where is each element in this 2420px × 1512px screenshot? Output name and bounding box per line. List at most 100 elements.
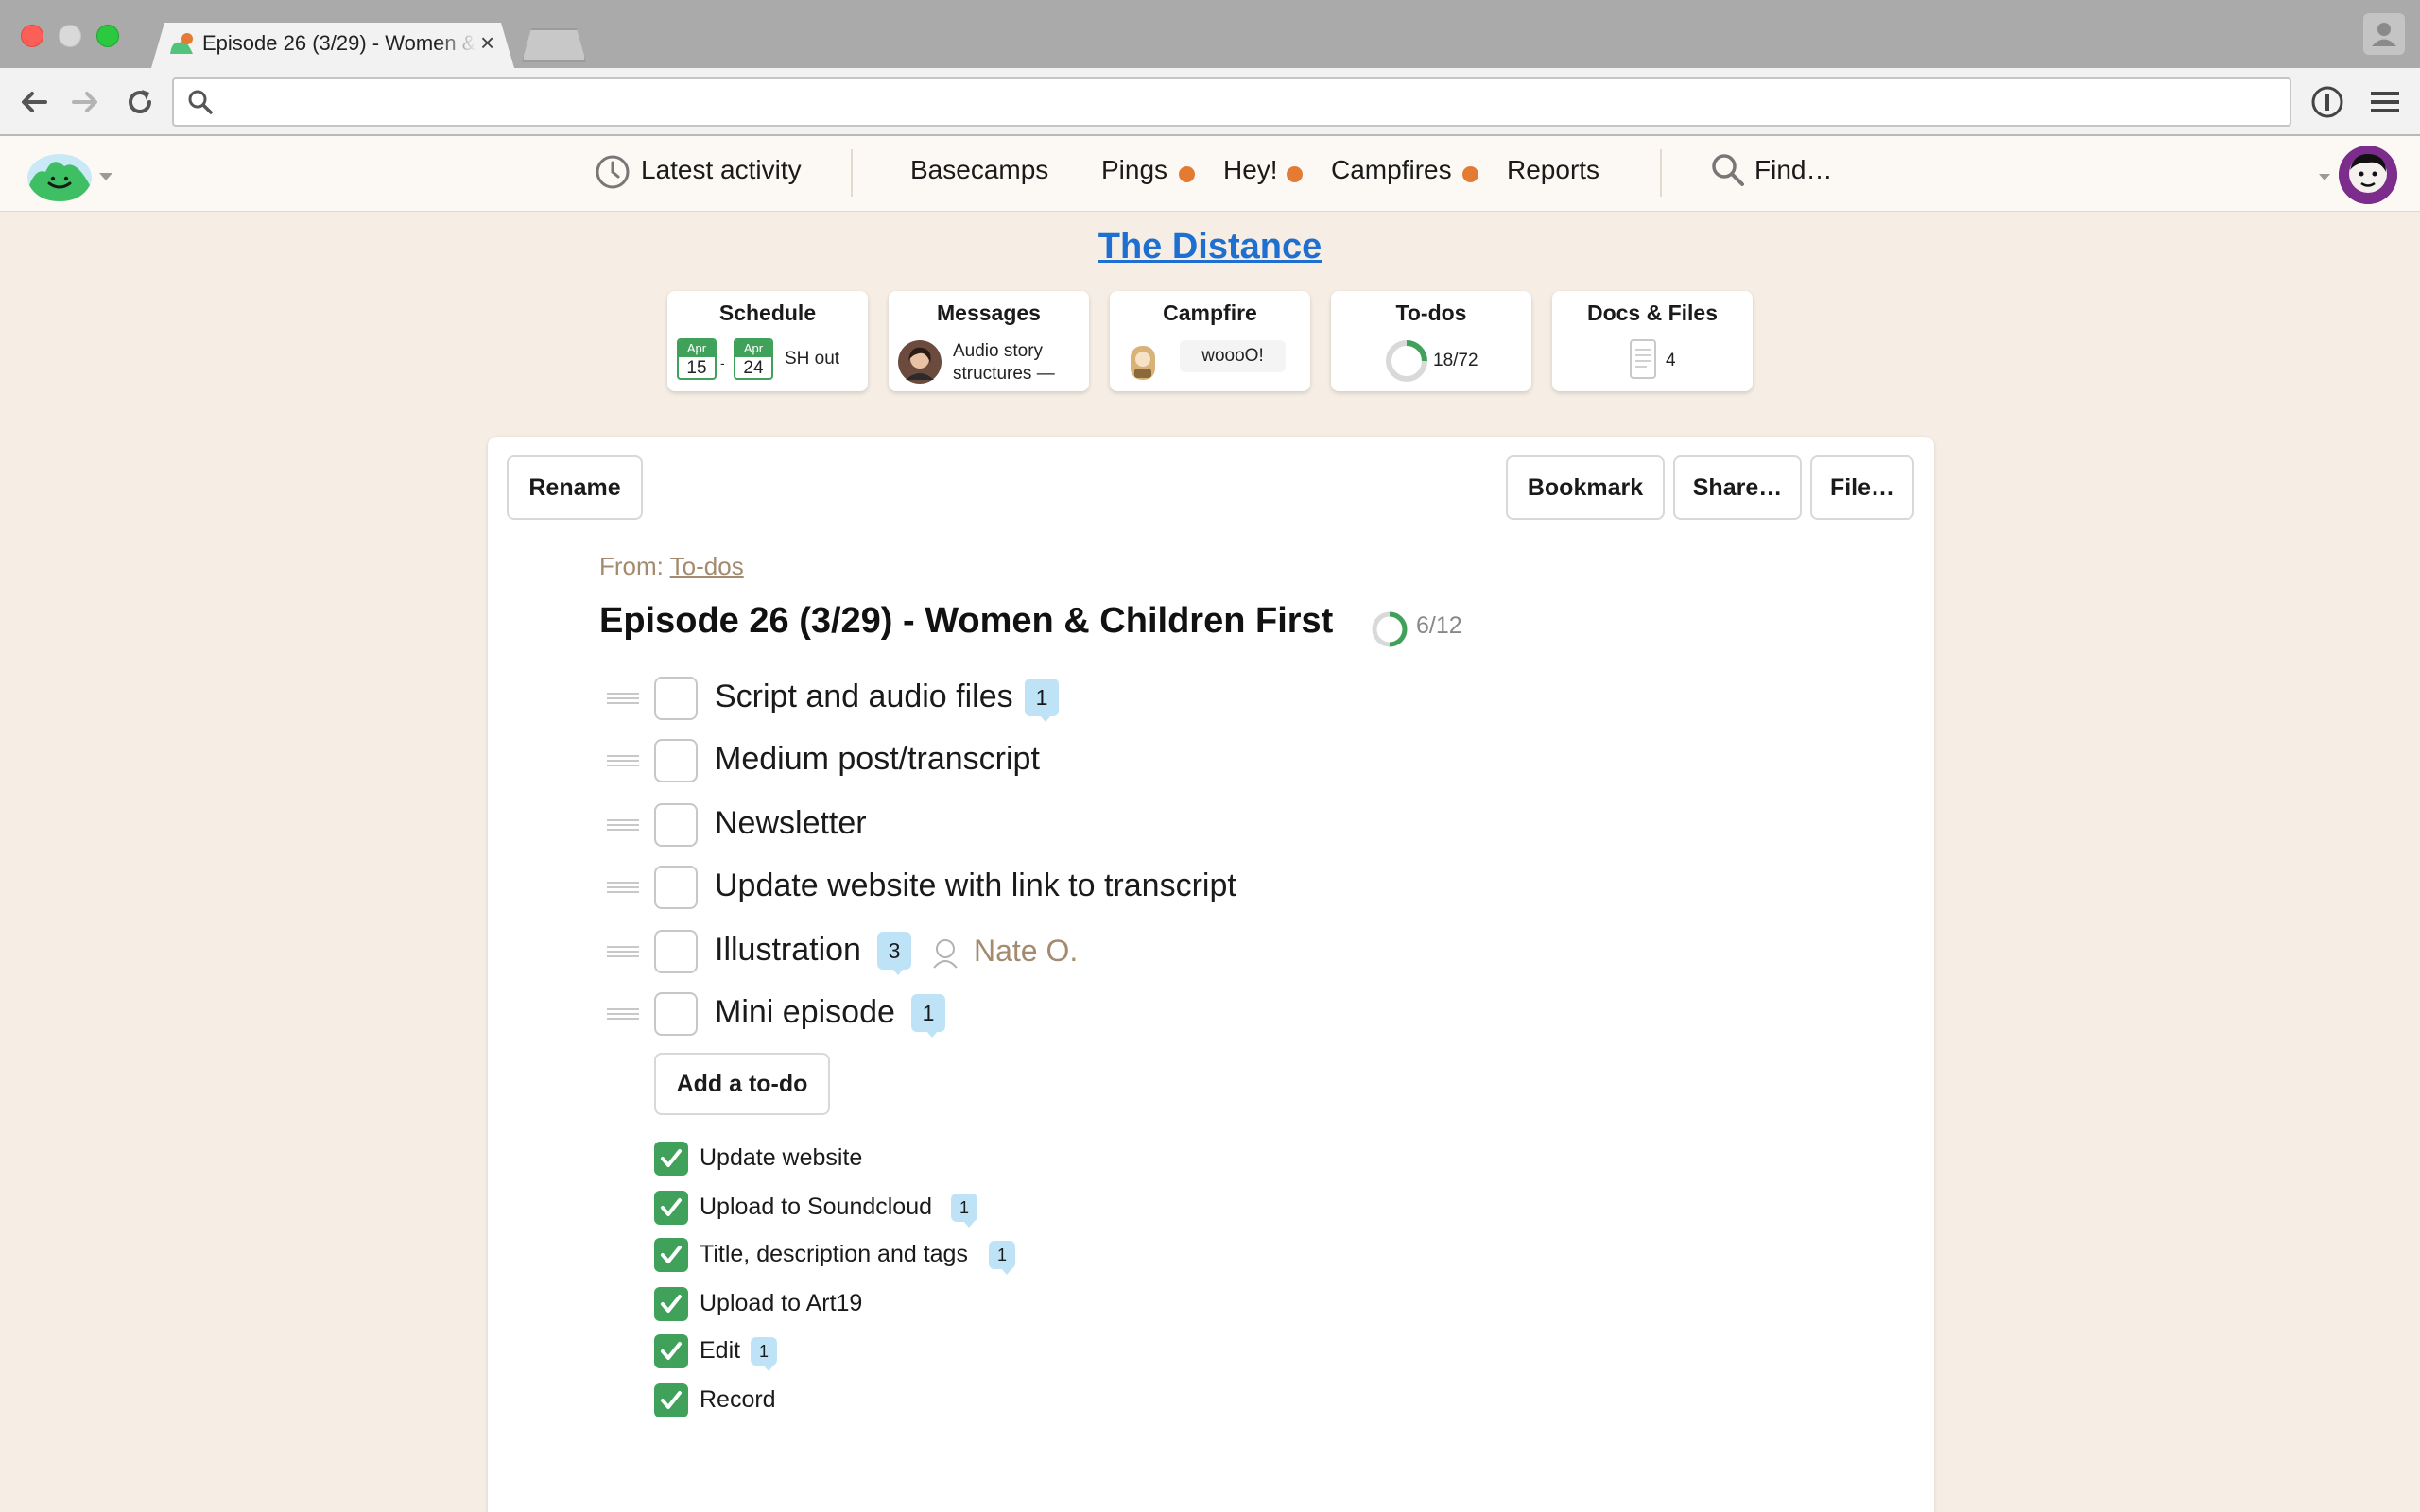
todo-checkbox[interactable] bbox=[654, 930, 698, 973]
nav-reports[interactable]: Reports bbox=[1507, 155, 1599, 185]
comment-count-badge[interactable]: 1 bbox=[911, 994, 945, 1038]
tab-close-icon[interactable]: × bbox=[480, 30, 494, 55]
window-close-button[interactable] bbox=[21, 25, 43, 47]
checked-checkbox[interactable] bbox=[654, 1191, 688, 1225]
todo-label[interactable]: Upload to Soundcloud bbox=[700, 1194, 932, 1221]
checkmark-icon bbox=[661, 1342, 682, 1360]
todo-label[interactable]: Upload to Art19 bbox=[700, 1290, 862, 1317]
todo-checkbox[interactable] bbox=[654, 992, 698, 1036]
drag-handle-icon[interactable] bbox=[605, 818, 641, 832]
share-button[interactable]: Share… bbox=[1673, 455, 1802, 520]
list-progress: 6/12 bbox=[1416, 612, 1462, 639]
todo-label[interactable]: Script and audio files bbox=[715, 679, 1013, 715]
new-tab-button[interactable] bbox=[522, 28, 586, 62]
todo-label[interactable]: Illustration bbox=[715, 932, 861, 969]
card-title: Docs & Files bbox=[1586, 301, 1719, 325]
project-title-link[interactable]: The Distance bbox=[1098, 227, 1322, 266]
hey-unread-dot bbox=[1287, 166, 1303, 182]
calendar-start-icon: Apr 15 bbox=[677, 338, 717, 380]
nav-campfires[interactable]: Campfires bbox=[1331, 155, 1452, 185]
address-bar[interactable] bbox=[172, 77, 2291, 127]
calendar-day: 15 bbox=[686, 358, 707, 378]
forward-arrow-icon[interactable] bbox=[66, 83, 104, 121]
todo-checkbox[interactable] bbox=[654, 866, 698, 909]
author-avatar bbox=[1131, 346, 1155, 380]
reload-icon[interactable] bbox=[121, 83, 159, 121]
comment-count-badge[interactable]: 3 bbox=[877, 932, 911, 975]
search-icon bbox=[188, 90, 213, 114]
nav-hey[interactable]: Hey! bbox=[1223, 155, 1278, 185]
todo-label[interactable]: Mini episode bbox=[715, 994, 895, 1031]
schedule-event: SH out bbox=[785, 349, 840, 369]
todo-label[interactable]: Title, description and tags bbox=[700, 1241, 968, 1268]
calendar-day: 24 bbox=[743, 358, 764, 378]
checked-checkbox[interactable] bbox=[654, 1238, 688, 1272]
todo-label[interactable]: Newsletter bbox=[715, 805, 867, 842]
todos-progress: 18/72 bbox=[1433, 351, 1478, 370]
drag-handle-icon[interactable] bbox=[605, 945, 641, 958]
drag-handle-icon[interactable] bbox=[605, 1007, 641, 1021]
checkmark-icon bbox=[661, 1246, 682, 1263]
drag-handle-icon[interactable] bbox=[605, 754, 641, 767]
nav-pings[interactable]: Pings bbox=[1101, 155, 1167, 185]
checkmark-icon bbox=[661, 1295, 682, 1313]
message-preview-line1: Audio story bbox=[953, 341, 1044, 361]
calendar-end-icon: Apr 24 bbox=[734, 338, 773, 380]
app-navigation-bar bbox=[0, 136, 2420, 212]
todo-checkbox[interactable] bbox=[654, 803, 698, 847]
todo-label[interactable]: Record bbox=[700, 1386, 776, 1414]
browser-profile-button[interactable] bbox=[2363, 13, 2405, 55]
assignee-name[interactable]: Nate O. bbox=[974, 934, 1078, 969]
browser-menu-icon[interactable] bbox=[2369, 87, 2401, 117]
file-button[interactable]: File… bbox=[1810, 455, 1914, 520]
calendar-month: Apr bbox=[679, 340, 715, 357]
comment-count-badge[interactable]: 1 bbox=[751, 1337, 777, 1371]
comment-count-badge[interactable]: 1 bbox=[989, 1241, 1015, 1275]
schedule-card[interactable]: Schedule Apr 15 - Apr 24 SH out bbox=[667, 291, 868, 391]
add-todo-button[interactable]: Add a to-do bbox=[654, 1053, 830, 1115]
progress-ring-icon bbox=[1386, 340, 1427, 382]
checked-checkbox[interactable] bbox=[654, 1142, 688, 1176]
docs-count: 4 bbox=[1666, 351, 1676, 370]
checked-checkbox[interactable] bbox=[654, 1383, 688, 1418]
chevron-down-icon[interactable] bbox=[2318, 173, 2331, 181]
back-arrow-icon[interactable] bbox=[15, 83, 53, 121]
password-manager-icon[interactable] bbox=[2308, 83, 2346, 121]
nav-find[interactable]: Find… bbox=[1754, 155, 1832, 185]
checkmark-icon bbox=[661, 1391, 682, 1409]
todo-checkbox[interactable] bbox=[654, 739, 698, 782]
drag-handle-icon[interactable] bbox=[605, 692, 641, 705]
chevron-down-icon[interactable] bbox=[98, 172, 113, 181]
search-icon bbox=[1712, 154, 1744, 186]
window-minimize-button[interactable] bbox=[59, 25, 81, 47]
checked-checkbox[interactable] bbox=[654, 1334, 688, 1368]
comment-count-badge[interactable]: 1 bbox=[1025, 679, 1059, 722]
campfire-card[interactable]: Campfire woooO! bbox=[1110, 291, 1310, 391]
assignee-avatar-icon bbox=[933, 939, 958, 969]
todo-label[interactable]: Edit bbox=[700, 1337, 740, 1365]
nav-latest-activity[interactable]: Latest activity bbox=[641, 155, 802, 185]
tab-title: Episode 26 (3/29) - Women & Children Fir… bbox=[202, 31, 476, 55]
todo-label[interactable]: Update website with link to transcript bbox=[715, 868, 1236, 904]
bookmark-button[interactable]: Bookmark bbox=[1506, 455, 1665, 520]
todo-label[interactable]: Medium post/transcript bbox=[715, 741, 1040, 778]
todo-checkbox[interactable] bbox=[654, 677, 698, 720]
todo-label[interactable]: Update website bbox=[700, 1144, 862, 1172]
card-title: To-dos bbox=[1395, 301, 1467, 325]
comment-count-badge[interactable]: 1 bbox=[951, 1194, 977, 1228]
messages-card[interactable]: Messages Audio story structures — bbox=[889, 291, 1089, 391]
pings-unread-dot bbox=[1179, 166, 1195, 182]
nav-basecamps[interactable]: Basecamps bbox=[910, 155, 1048, 185]
author-avatar bbox=[898, 340, 942, 384]
docs-files-card[interactable]: Docs & Files 4 bbox=[1552, 291, 1753, 391]
page-title: Episode 26 (3/29) - Women & Children Fir… bbox=[599, 601, 1334, 641]
user-avatar[interactable] bbox=[2339, 146, 2397, 204]
progress-ring-icon bbox=[1372, 611, 1408, 647]
todos-card[interactable]: To-dos 18/72 bbox=[1331, 291, 1531, 391]
rename-button[interactable]: Rename bbox=[507, 455, 643, 520]
drag-handle-icon[interactable] bbox=[605, 881, 641, 894]
from-link[interactable]: To-dos bbox=[670, 552, 744, 580]
checked-checkbox[interactable] bbox=[654, 1287, 688, 1321]
basecamp-logo-icon[interactable] bbox=[26, 149, 93, 202]
window-zoom-button[interactable] bbox=[96, 25, 119, 47]
